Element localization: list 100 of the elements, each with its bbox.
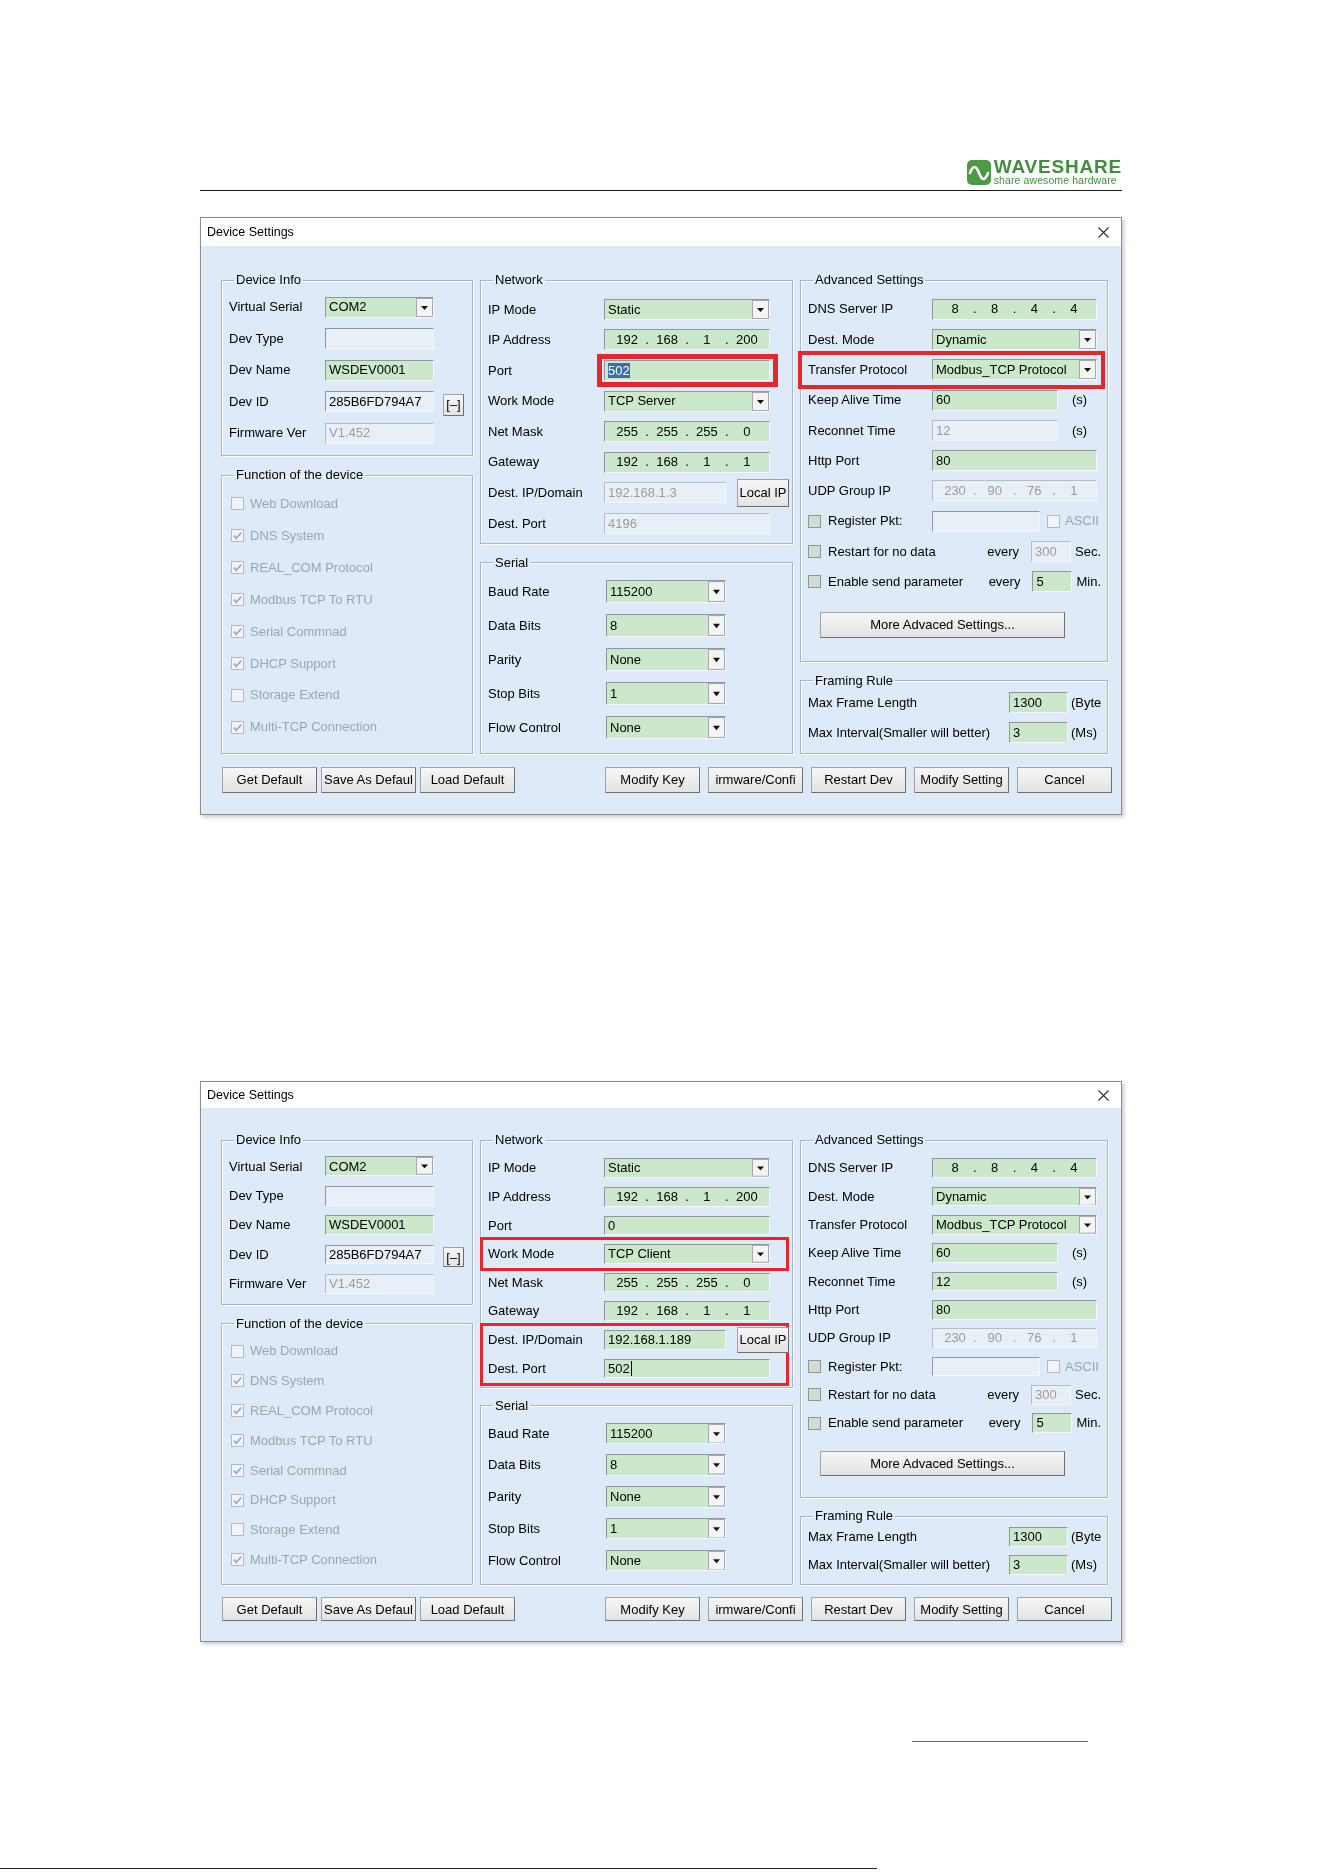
close-icon[interactable] — [1098, 226, 1109, 238]
text-field[interactable]: 502 — [604, 360, 770, 381]
dropdown-arrow-icon[interactable] — [708, 683, 725, 705]
text-field[interactable]: 80 — [932, 450, 1097, 472]
ip-address-field[interactable]: 255 . 255 . 255 . 0 — [604, 1272, 770, 1293]
text-field[interactable]: 502 — [604, 1358, 770, 1379]
checkbox[interactable] — [808, 545, 821, 558]
dropdown-field[interactable]: None — [606, 1549, 726, 1572]
text-field[interactable]: 285B6FD794A7 — [325, 1244, 434, 1265]
dropdown-field[interactable]: Static — [604, 298, 770, 320]
settings-button[interactable]: More Advaced Settings... — [820, 611, 1065, 638]
inline-button[interactable]: [–] — [443, 393, 464, 416]
checkbox[interactable] — [808, 514, 821, 528]
settings-button[interactable]: More Advaced Settings... — [820, 1451, 1065, 1476]
text-field[interactable]: 5 — [1032, 1413, 1073, 1433]
dropdown-field[interactable]: 8 — [606, 614, 726, 638]
inline-button[interactable]: Local IP — [737, 478, 789, 507]
ip-address-field[interactable]: 192 . 168 . 1 . 200 — [604, 1187, 770, 1207]
dialog-button[interactable]: Save As Defaul — [321, 766, 416, 793]
ip-address-field[interactable]: 192 . 168 . 1 . 200 — [604, 329, 770, 351]
ip-address-field[interactable]: 8 . 8 . 4 . 4 — [932, 298, 1097, 320]
dialog-button[interactable]: Modify Key — [605, 766, 700, 793]
dropdown-arrow-icon[interactable] — [708, 581, 725, 603]
text-field[interactable]: 60 — [932, 1243, 1058, 1263]
dropdown-arrow-icon[interactable] — [708, 615, 725, 637]
text-field[interactable]: 12 — [932, 1271, 1058, 1292]
inline-button[interactable]: [–] — [443, 1246, 464, 1268]
text-field[interactable]: 285B6FD794A7 — [325, 391, 434, 413]
checkbox[interactable] — [808, 1388, 821, 1402]
dropdown-field[interactable]: Dynamic — [932, 1186, 1097, 1207]
field-label: DNS Server IP — [808, 301, 895, 317]
text-field[interactable]: 1300 — [1009, 692, 1068, 714]
text-field[interactable]: 5 — [1032, 571, 1073, 593]
field-label: Parity — [488, 1489, 523, 1505]
field-label: Dev Type — [229, 1187, 285, 1204]
dialog-button[interactable]: Modify Key — [605, 1597, 700, 1622]
dialog-button[interactable]: irmware/Confi — [708, 1597, 803, 1622]
dropdown-arrow-icon[interactable] — [416, 1157, 433, 1176]
dialog-button[interactable]: Load Default — [420, 766, 515, 793]
dropdown-field[interactable]: 115200 — [606, 1422, 726, 1445]
dialog-button[interactable]: Save As Defaul — [321, 1597, 416, 1622]
dropdown-field[interactable]: TCP Server — [604, 390, 770, 412]
field-label: Virtual Serial — [229, 1158, 304, 1175]
checkbox[interactable] — [808, 1416, 821, 1430]
field-label: Http Port — [808, 452, 861, 469]
dropdown-field[interactable]: 8 — [606, 1454, 726, 1476]
text-field[interactable]: 1300 — [1009, 1527, 1068, 1548]
text-field[interactable] — [932, 1356, 1040, 1377]
text-field[interactable]: 3 — [1009, 722, 1068, 744]
checkbox[interactable] — [808, 1359, 821, 1373]
text-field[interactable] — [325, 1185, 434, 1206]
dropdown-field[interactable]: 115200 — [606, 580, 726, 604]
dropdown-arrow-icon[interactable] — [752, 1245, 769, 1263]
text-field[interactable] — [932, 510, 1040, 532]
ip-address-field[interactable]: 255 . 255 . 255 . 0 — [604, 421, 770, 443]
dropdown-field[interactable]: None — [606, 716, 726, 740]
unit-label: (s) — [1072, 422, 1088, 439]
dialog-button[interactable]: Restart Dev — [811, 1597, 906, 1622]
ip-address-field[interactable]: 192 . 168 . 1 . 1 — [604, 1301, 770, 1322]
dropdown-arrow-icon[interactable] — [708, 717, 725, 739]
dialog-button[interactable]: Restart Dev — [811, 766, 906, 793]
text-field[interactable]: 192.168.1.189 — [604, 1330, 726, 1350]
dropdown-arrow-icon[interactable] — [1079, 1187, 1096, 1206]
dialog-button[interactable]: Cancel — [1017, 766, 1112, 793]
checkbox-label: Serial Commnad — [250, 1462, 347, 1479]
text-field[interactable] — [325, 328, 434, 350]
ip-address-field[interactable]: 8 . 8 . 4 . 4 — [932, 1158, 1097, 1178]
ip-address-field[interactable]: 192 . 168 . 1 . 1 — [604, 451, 770, 473]
dialog-button[interactable]: Get Default — [222, 1597, 317, 1622]
text-field[interactable]: 0 — [604, 1215, 770, 1236]
dialog-button[interactable]: irmware/Confi — [708, 766, 803, 793]
dropdown-field[interactable]: Dynamic — [932, 328, 1097, 350]
text-field[interactable]: 60 — [932, 389, 1058, 411]
checkbox[interactable] — [808, 575, 821, 589]
dropdown-arrow-icon[interactable] — [752, 1159, 769, 1177]
dropdown-field[interactable]: Modbus_TCP Protocol — [932, 1214, 1097, 1235]
dropdown-field[interactable]: Static — [604, 1158, 770, 1178]
field-label: Transfer Protocol — [808, 1216, 909, 1233]
text-field[interactable]: WSDEV0001 — [325, 1215, 434, 1235]
close-icon[interactable] — [1098, 1089, 1109, 1101]
dropdown-field[interactable]: COM2 — [325, 296, 434, 318]
dropdown-field[interactable]: COM2 — [325, 1156, 434, 1177]
dialog-button[interactable]: Modify Setting — [914, 1597, 1009, 1622]
dropdown-arrow-icon[interactable] — [708, 649, 725, 671]
dialog-button[interactable]: Cancel — [1017, 1597, 1112, 1622]
inline-button[interactable]: Local IP — [737, 1326, 789, 1353]
dropdown-field[interactable]: TCP Client — [604, 1244, 770, 1264]
dialog-button[interactable]: Load Default — [420, 1597, 515, 1622]
dropdown-field[interactable]: Modbus_TCP Protocol — [932, 359, 1097, 381]
dialog-button[interactable]: Get Default — [222, 766, 317, 793]
window-title: Device Settings — [207, 224, 294, 240]
text-field[interactable]: 80 — [932, 1299, 1097, 1320]
text-field[interactable]: 3 — [1009, 1555, 1068, 1576]
dropdown-field[interactable]: None — [606, 1486, 726, 1508]
dropdown-field[interactable]: 1 — [606, 682, 726, 706]
dropdown-field[interactable]: 1 — [606, 1517, 726, 1540]
dialog-button[interactable]: Modify Setting — [914, 766, 1009, 793]
dropdown-arrow-icon[interactable] — [1079, 1215, 1096, 1234]
text-field[interactable]: WSDEV0001 — [325, 359, 434, 381]
dropdown-field[interactable]: None — [606, 648, 726, 672]
